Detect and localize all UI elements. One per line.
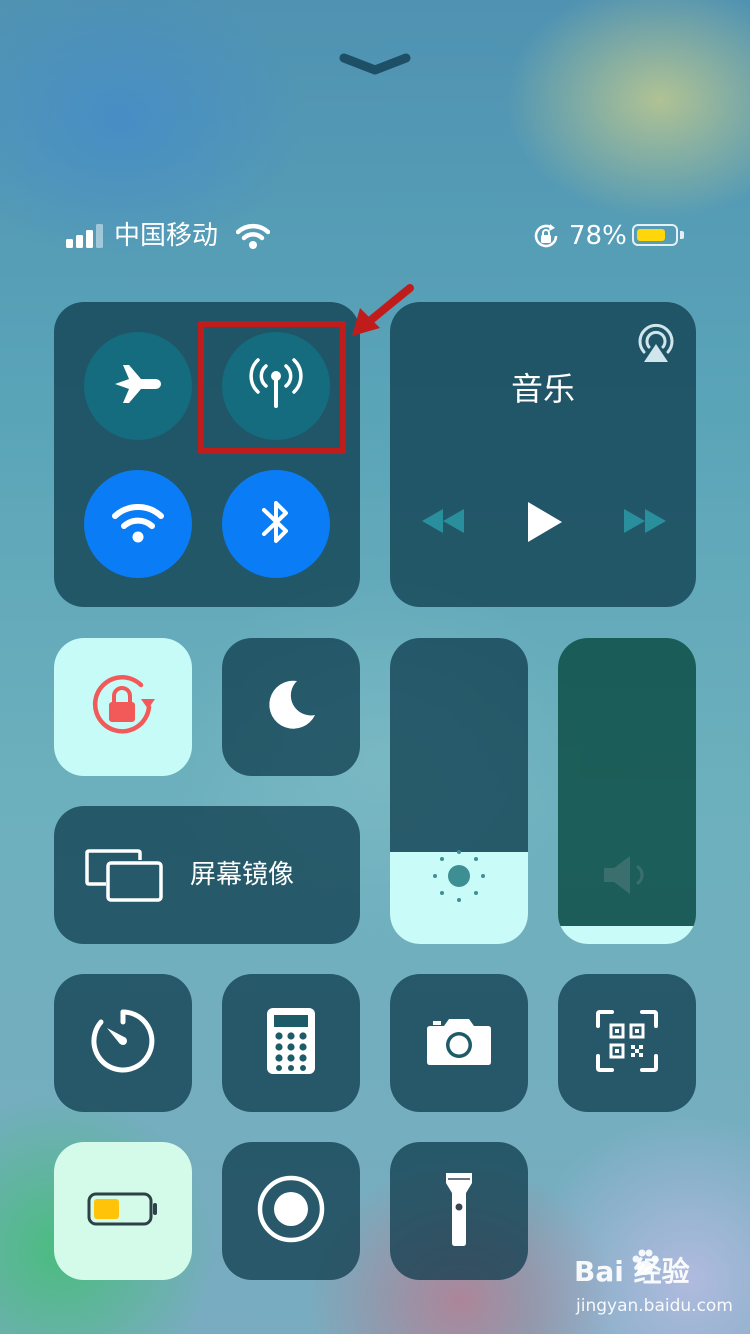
speaker-icon xyxy=(602,852,654,898)
rewind-icon xyxy=(420,509,466,540)
brightness-slider[interactable] xyxy=(390,638,528,944)
battery-status-icon xyxy=(632,224,686,248)
flashlight-button[interactable] xyxy=(390,1142,528,1280)
music-title: 音乐 xyxy=(510,370,575,408)
volume-slider[interactable] xyxy=(558,638,696,944)
highlight-box xyxy=(198,321,346,454)
watermark-url: jingyan.baidu.com xyxy=(576,1296,733,1316)
dismiss-chevron-icon[interactable] xyxy=(338,48,412,78)
moon-icon xyxy=(261,675,321,739)
airplane-mode-button[interactable] xyxy=(84,332,192,440)
signal-strength-icon xyxy=(66,224,104,248)
sun-icon xyxy=(429,846,489,906)
wifi-status-icon xyxy=(235,222,271,250)
timer-icon xyxy=(90,1008,156,1078)
bluetooth-button[interactable] xyxy=(222,470,330,578)
camera-icon xyxy=(426,1016,492,1070)
qr-scanner-button[interactable] xyxy=(558,974,696,1112)
paw-icon xyxy=(630,1248,660,1278)
orientation-lock-status-icon xyxy=(532,222,560,250)
rewind-button[interactable] xyxy=(420,506,466,536)
calculator-icon xyxy=(267,1008,315,1078)
bluetooth-icon xyxy=(256,495,296,553)
timer-button[interactable] xyxy=(54,974,192,1112)
low-power-mode-button[interactable] xyxy=(54,1142,192,1280)
do-not-disturb-button[interactable] xyxy=(222,638,360,776)
flashlight-icon xyxy=(444,1171,474,1251)
record-icon xyxy=(257,1175,325,1247)
screen-mirroring-icon xyxy=(84,846,164,906)
baidu-jingyan-watermark: Bai 经验 jingyan.baidu.com xyxy=(574,1248,733,1320)
screen-recording-button[interactable] xyxy=(222,1142,360,1280)
status-bar: 中国移动 78% xyxy=(66,218,690,254)
fast-forward-button[interactable] xyxy=(622,506,668,536)
airplay-icon[interactable] xyxy=(634,322,678,364)
volume-level-fill xyxy=(558,926,696,944)
rotation-lock-icon xyxy=(85,667,161,747)
play-button[interactable] xyxy=(524,500,564,544)
battery-percentage: 78% xyxy=(569,221,627,251)
wifi-icon xyxy=(111,500,165,548)
battery-icon xyxy=(87,1192,159,1230)
rotation-lock-button[interactable] xyxy=(54,638,192,776)
carrier-name: 中国移动 xyxy=(114,221,219,251)
screen-mirroring-label: 屏幕镜像 xyxy=(190,860,295,890)
play-icon xyxy=(524,502,564,548)
fast-forward-icon xyxy=(622,509,668,540)
music-panel[interactable]: 音乐 xyxy=(390,302,696,607)
wifi-button[interactable] xyxy=(84,470,192,578)
camera-button[interactable] xyxy=(390,974,528,1112)
screen-mirroring-button[interactable]: 屏幕镜像 xyxy=(54,806,360,944)
airplane-icon xyxy=(111,357,165,415)
qr-code-icon xyxy=(596,1010,658,1076)
calculator-button[interactable] xyxy=(222,974,360,1112)
